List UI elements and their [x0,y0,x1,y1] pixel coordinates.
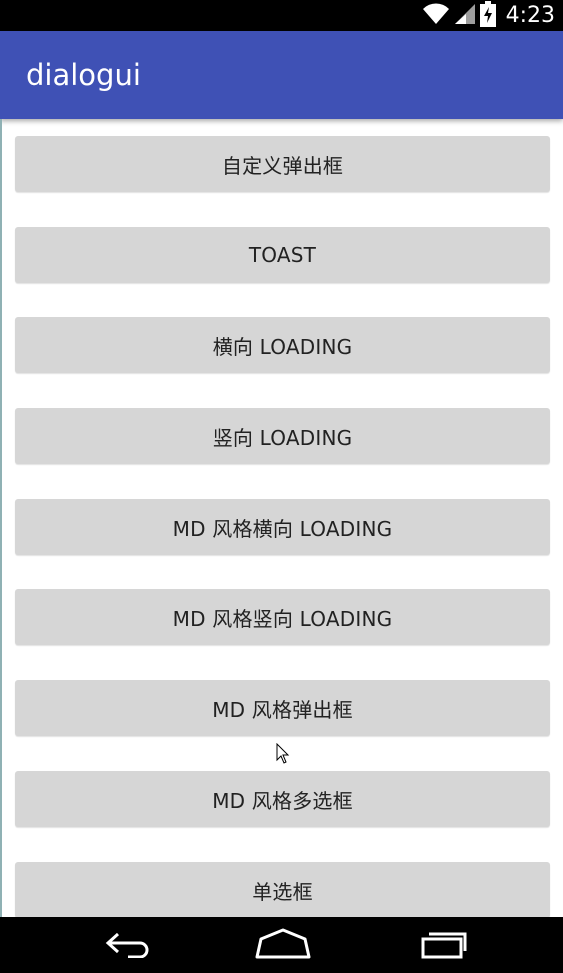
mouse-cursor-icon [276,742,290,769]
md-dialog-button[interactable]: MD 风格弹出框 [15,680,550,736]
status-bar: 4:23 [0,0,563,31]
md-multi-choice-button[interactable]: MD 风格多选框 [15,771,550,827]
md-vertical-loading-button[interactable]: MD 风格竖向 LOADING [15,589,550,645]
toast-button[interactable]: TOAST [15,227,550,283]
battery-charging-icon [479,0,496,31]
single-choice-button[interactable]: 单选框 [15,862,550,917]
custom-dialog-button[interactable]: 自定义弹出框 [15,136,550,192]
recents-icon [413,927,469,963]
status-icons: 4:23 [422,0,555,31]
back-button[interactable] [90,917,162,973]
wifi-icon [422,2,450,30]
md-horizontal-loading-button[interactable]: MD 风格横向 LOADING [15,499,550,555]
home-icon [253,927,313,963]
home-button[interactable] [245,917,321,973]
cell-signal-icon [454,2,476,30]
app-title: dialogui [26,58,141,92]
recents-button[interactable] [405,917,477,973]
vertical-loading-button[interactable]: 竖向 LOADING [15,408,550,464]
horizontal-loading-button[interactable]: 横向 LOADING [15,317,550,373]
nav-bar [0,917,563,973]
back-icon [98,928,154,962]
app-bar: dialogui [0,31,563,119]
status-time: 4:23 [505,3,555,28]
button-list[interactable]: 自定义弹出框 TOAST 横向 LOADING 竖向 LOADING MD 风格… [0,119,563,917]
